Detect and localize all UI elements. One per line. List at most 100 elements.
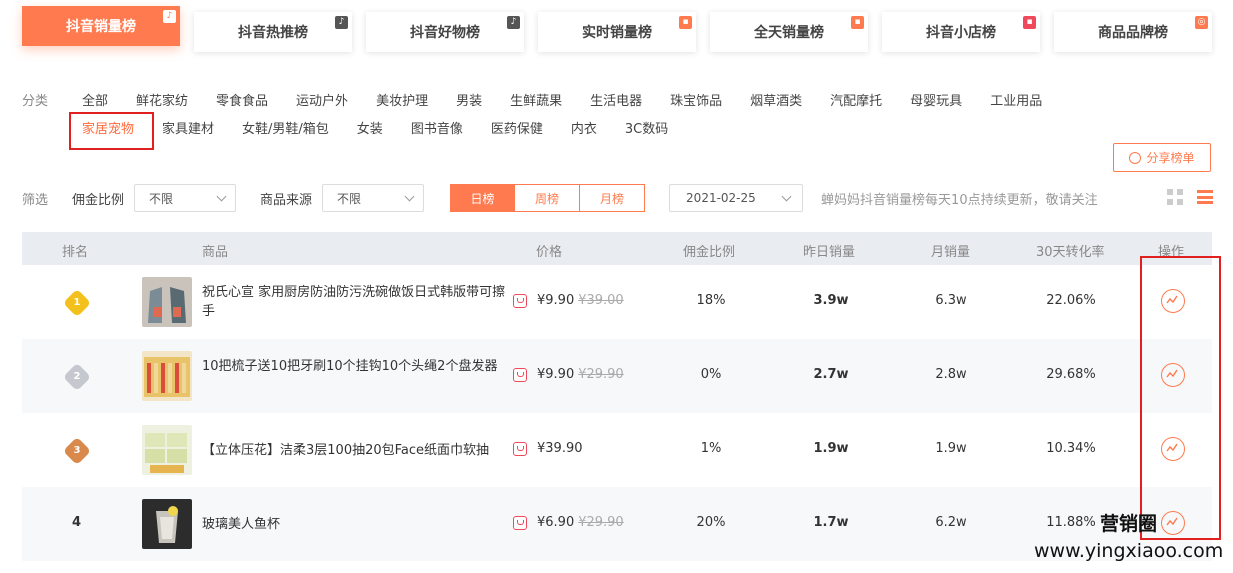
- original-price: ¥29.90: [578, 515, 624, 530]
- tab-label: 全天销量榜: [754, 25, 824, 41]
- header-conversion: 30天转化率: [1036, 245, 1105, 260]
- conversion-rate: 11.88%: [1046, 515, 1096, 530]
- product-image[interactable]: [142, 351, 192, 401]
- watermark-url: www.yingxiaoo.com: [1034, 540, 1224, 562]
- category-item[interactable]: 家具建材: [162, 118, 214, 137]
- header-product: 商品: [202, 245, 229, 260]
- tab-douyin-sales[interactable]: 抖音销量榜 ♪: [22, 6, 180, 46]
- commission-select[interactable]: 不限: [134, 184, 237, 212]
- category-item[interactable]: 内衣: [571, 118, 597, 137]
- period-weekly[interactable]: 周榜: [515, 184, 581, 212]
- header-monthly-sales: 月销量: [931, 245, 971, 260]
- period-daily[interactable]: 日榜: [450, 184, 516, 212]
- category-row-2: 家居宠物 家具建材 女鞋/男鞋/箱包 女装 图书音像 医药保健 内衣 3C数码: [82, 118, 696, 137]
- period-monthly[interactable]: 月榜: [580, 184, 646, 212]
- product-title[interactable]: 【立体压花】洁柔3层100抽20包Face纸面巾软抽: [202, 441, 507, 460]
- category-row-1: 全部 鲜花家纺 零食食品 运动户外 美妆护理 男装 生鲜蔬果 生活电器 珠宝饰品…: [82, 90, 1070, 109]
- yesterday-sales: 2.7w: [813, 367, 849, 382]
- price: ¥39.90: [537, 441, 583, 456]
- share-button[interactable]: 分享榜单: [1113, 143, 1211, 172]
- grid-view-icon[interactable]: [1167, 189, 1183, 205]
- product-title[interactable]: 祝氏心宣 家用厨房防油防污洗碗做饭日式韩版带可擦手: [202, 283, 507, 321]
- price: ¥6.90 ¥29.90: [537, 515, 624, 530]
- monthly-sales: 2.8w: [935, 367, 967, 382]
- category-item[interactable]: 生鲜蔬果: [510, 90, 562, 109]
- category-all[interactable]: 全部: [82, 90, 108, 109]
- tab-douyin-shop[interactable]: 抖音小店榜 ▪: [882, 12, 1040, 52]
- chevron-down-icon: [781, 191, 792, 201]
- category-item[interactable]: 鲜花家纺: [136, 90, 188, 109]
- table-row[interactable]: 1 祝氏心宣 家用厨房防油防污洗碗做饭日式韩版带可擦手 ¥9.90 ¥39.00 …: [22, 265, 1212, 339]
- ranking-tabs: 抖音销量榜 ♪ 抖音热推榜 ♪ 抖音好物榜 ♪ 实时销量榜 ▪ 全天销量榜 ▪ …: [22, 6, 1226, 52]
- commission-rate: 1%: [700, 441, 722, 456]
- rank-number: 4: [72, 515, 82, 530]
- category-item[interactable]: 工业用品: [990, 90, 1042, 109]
- product-image[interactable]: [142, 499, 192, 549]
- commission-rate: 20%: [696, 515, 726, 530]
- monthly-sales: 1.9w: [935, 441, 967, 456]
- douyin-icon: ♪: [163, 10, 176, 23]
- category-item[interactable]: 美妆护理: [376, 90, 428, 109]
- chevron-down-icon: [404, 191, 415, 201]
- header-yesterday-sales: 昨日销量: [803, 245, 856, 260]
- filter-bar: 筛选 佣金比例 不限 商品来源 不限 日榜 周榜 月榜 2021-02-25 蝉…: [22, 184, 1098, 212]
- category-label: 分类: [22, 94, 49, 109]
- tab-label: 抖音好物榜: [410, 25, 480, 41]
- period-toggle: 日榜 周榜 月榜: [450, 184, 646, 212]
- category-item[interactable]: 珠宝饰品: [670, 90, 722, 109]
- table-row[interactable]: 3 【立体压花】洁柔3层100抽20包Face纸面巾软抽 ¥39.90 1% 1…: [22, 413, 1212, 487]
- category-item[interactable]: 图书音像: [411, 118, 463, 137]
- conversion-rate: 10.34%: [1046, 441, 1096, 456]
- filter-label: 筛选: [22, 192, 49, 208]
- douyin-icon: ♪: [507, 16, 520, 29]
- category-item[interactable]: 3C数码: [625, 118, 668, 137]
- yesterday-sales: 1.9w: [813, 441, 849, 456]
- category-item[interactable]: 烟草酒类: [750, 90, 802, 109]
- tab-product-brand[interactable]: 商品品牌榜 ◎: [1054, 12, 1212, 52]
- date-picker[interactable]: 2021-02-25: [669, 184, 804, 212]
- shop-icon[interactable]: [513, 442, 527, 456]
- live-icon: ▪: [851, 16, 864, 29]
- category-item[interactable]: 零食食品: [216, 90, 268, 109]
- category-item[interactable]: 医药保健: [491, 118, 543, 137]
- current-price: ¥6.90: [537, 515, 575, 530]
- product-image[interactable]: [142, 277, 192, 327]
- category-item[interactable]: 运动户外: [296, 90, 348, 109]
- date-value: 2021-02-25: [686, 191, 756, 205]
- share-label: 分享榜单: [1146, 151, 1195, 165]
- header-price: 价格: [536, 245, 563, 260]
- category-item[interactable]: 男装: [456, 90, 482, 109]
- highlight-box-category: [69, 112, 154, 150]
- category-item[interactable]: 汽配摩托: [830, 90, 882, 109]
- source-select[interactable]: 不限: [322, 184, 425, 212]
- source-value: 不限: [337, 191, 362, 206]
- category-item[interactable]: 母婴玩具: [910, 90, 962, 109]
- category-item[interactable]: 女鞋/男鞋/箱包: [242, 118, 329, 137]
- product-image[interactable]: [142, 425, 192, 475]
- update-notice: 蝉妈妈抖音销量榜每天10点持续更新，敬请关注: [821, 192, 1098, 208]
- category-item[interactable]: 女装: [357, 118, 383, 137]
- tab-douyin-hot[interactable]: 抖音热推榜 ♪: [194, 12, 352, 52]
- monthly-sales: 6.3w: [935, 293, 967, 308]
- tab-realtime-sales[interactable]: 实时销量榜 ▪: [538, 12, 696, 52]
- category-item[interactable]: 生活电器: [590, 90, 642, 109]
- tab-label: 实时销量榜: [582, 25, 652, 41]
- tab-label: 抖音小店榜: [926, 25, 996, 41]
- shop-icon[interactable]: [513, 368, 527, 382]
- conversion-rate: 22.06%: [1046, 293, 1096, 308]
- product-title[interactable]: 10把梳子送10把牙刷10个挂钩10个头绳2个盘发器: [202, 357, 507, 376]
- list-view-icon[interactable]: [1197, 189, 1213, 205]
- original-price: ¥39.00: [578, 293, 624, 308]
- shop-icon[interactable]: [513, 516, 527, 530]
- tab-label: 抖音销量榜: [66, 19, 136, 35]
- shop-icon[interactable]: [513, 294, 527, 308]
- current-price: ¥9.90: [537, 367, 575, 382]
- table-row[interactable]: 2 10把梳子送10把牙刷10个挂钩10个头绳2个盘发器 ¥9.90 ¥29.90…: [22, 339, 1212, 413]
- tab-douyin-good[interactable]: 抖音好物榜 ♪: [366, 12, 524, 52]
- tab-allday-sales[interactable]: 全天销量榜 ▪: [710, 12, 868, 52]
- yesterday-sales: 3.9w: [813, 293, 849, 308]
- shop-icon: ▪: [1023, 16, 1036, 29]
- product-title[interactable]: 玻璃美人鱼杯: [202, 515, 507, 534]
- live-icon: ▪: [679, 16, 692, 29]
- tab-label: 商品品牌榜: [1098, 25, 1168, 41]
